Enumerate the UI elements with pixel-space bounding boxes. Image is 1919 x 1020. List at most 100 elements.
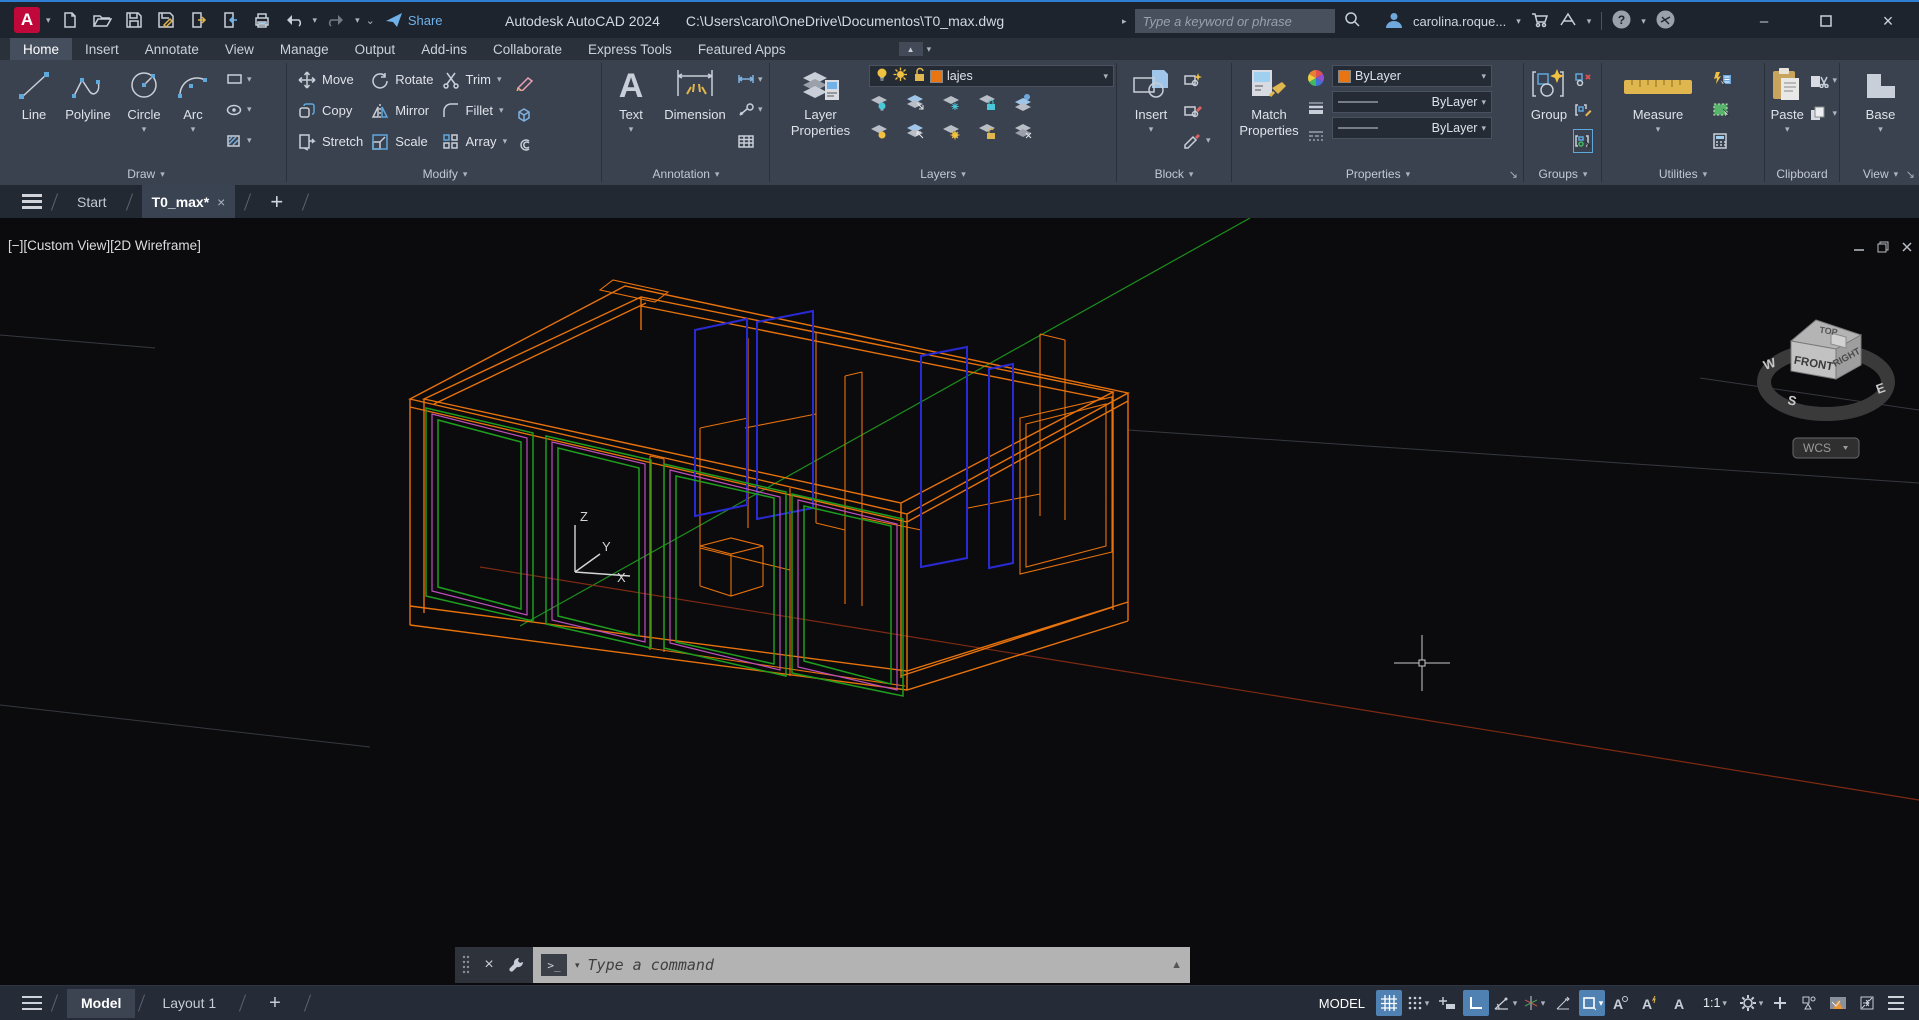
lineweight-dropdown[interactable]: ByLayer ▾ — [1332, 91, 1492, 113]
viewcube[interactable]: W S E FRONT RIGHT TOP WCS — [1735, 278, 1919, 468]
new-layout-button[interactable]: + — [255, 989, 295, 1018]
tab-annotate[interactable]: Annotate — [132, 38, 212, 60]
tab-view[interactable]: View — [212, 38, 267, 60]
cart-icon[interactable] — [1531, 12, 1549, 31]
panel-label-annotation[interactable]: Annotation▾ — [605, 163, 767, 185]
array-caret-icon[interactable]: ▾ — [503, 136, 508, 147]
search-icon[interactable] — [1343, 10, 1361, 33]
circle-button[interactable]: Circle ▾ — [120, 60, 168, 163]
autocad-logo-icon[interactable]: A — [14, 7, 40, 33]
ortho-icon[interactable] — [1463, 990, 1489, 1016]
layer-dropdown[interactable]: lajes ▾ — [869, 65, 1114, 87]
tab-featured-apps[interactable]: Featured Apps — [685, 38, 799, 60]
isometric-drafting-icon[interactable]: ▾ — [1521, 990, 1547, 1016]
cut-icon[interactable]: ▾ — [1809, 70, 1837, 92]
ellipse-button[interactable]: ▾ — [226, 99, 252, 121]
panel-label-groups[interactable]: Groups▾ — [1526, 163, 1600, 185]
open-file-icon[interactable] — [89, 7, 115, 33]
annotation-scale-icon[interactable]: A — [1666, 990, 1692, 1016]
user-name[interactable]: carolina.roque... — [1413, 14, 1506, 29]
viewport-restore-icon[interactable] — [1877, 240, 1889, 258]
text-caret-icon[interactable]: ▾ — [629, 124, 634, 135]
layer-dropdown-caret-icon[interactable]: ▾ — [1103, 71, 1108, 82]
plot-icon[interactable] — [249, 7, 275, 33]
file-tab-close-icon[interactable]: × — [217, 194, 225, 210]
fillet-button[interactable]: Fillet ▾ — [442, 95, 508, 126]
layer-freeze-icon[interactable] — [941, 93, 963, 116]
command-drag-handle[interactable] — [462, 955, 470, 975]
layer-off-icon[interactable] — [869, 93, 891, 116]
wcs-dropdown[interactable]: WCS — [1793, 438, 1859, 458]
recent-commands-icon[interactable]: >_ — [541, 954, 567, 976]
layer-thaw-icon[interactable] — [893, 67, 908, 85]
annotation-scale-value[interactable]: 1:1 ▾ — [1695, 990, 1735, 1016]
lineweight-icon[interactable] — [1307, 96, 1325, 118]
group-selection-icon[interactable] — [1574, 130, 1592, 152]
command-input[interactable]: Type a command — [588, 956, 1164, 974]
layout-menu-icon[interactable] — [22, 992, 42, 1014]
object-snap-icon[interactable]: ▾ — [1579, 990, 1605, 1016]
command-line[interactable]: × >_ ▾ Type a command ▲ — [455, 947, 1190, 983]
color-wheel-icon[interactable] — [1307, 67, 1325, 89]
tab-collaborate[interactable]: Collaborate — [480, 38, 575, 60]
grid-icon[interactable] — [1376, 990, 1402, 1016]
command-close-icon[interactable]: × — [484, 956, 493, 974]
table-icon[interactable] — [737, 130, 763, 152]
save-icon[interactable] — [121, 7, 147, 33]
ribbon-collapse-icon[interactable]: ▲ — [899, 42, 923, 56]
undo-icon[interactable] — [281, 7, 307, 33]
array-button[interactable]: Array ▾ — [442, 126, 508, 157]
redo-caret-icon[interactable]: ▾ — [355, 15, 360, 26]
measure-caret-icon[interactable]: ▾ — [1656, 124, 1661, 135]
panel-label-draw[interactable]: Draw▾ — [8, 163, 284, 185]
layer-color-swatch[interactable] — [930, 70, 943, 83]
color-dropdown[interactable]: ByLayer ▾ — [1332, 65, 1492, 87]
line-button[interactable]: Line — [12, 60, 56, 163]
autodesk-caret-icon[interactable]: ▾ — [1587, 16, 1592, 27]
panel-label-block[interactable]: Block▾ — [1119, 163, 1229, 185]
polyline-button[interactable]: Polyline — [60, 60, 116, 163]
erase-icon[interactable] — [515, 72, 535, 94]
isolate-objects-icon[interactable] — [1796, 990, 1822, 1016]
share-button[interactable]: Share — [385, 12, 443, 28]
rectangle-button[interactable]: ▾ — [226, 68, 252, 90]
leader-icon[interactable]: ▾ — [737, 99, 763, 121]
hatch-button[interactable]: ▾ — [226, 130, 252, 152]
file-tab-start[interactable]: Start — [67, 185, 117, 218]
paste-button[interactable]: Paste ▾ — [1769, 60, 1805, 163]
rotate-button[interactable]: Rotate — [371, 64, 433, 95]
customization-icon[interactable] — [1883, 990, 1909, 1016]
new-drawing-button[interactable]: + — [260, 185, 293, 218]
layout1-tab[interactable]: Layout 1 — [148, 989, 230, 1018]
view-expand-icon[interactable]: ↘ — [1906, 168, 1915, 181]
redo-icon[interactable] — [323, 7, 349, 33]
group-button[interactable]: Group — [1528, 60, 1570, 163]
file-tab-document[interactable]: T0_max* × — [142, 185, 236, 218]
layer-on-icon[interactable] — [875, 67, 889, 85]
edit-attributes-icon[interactable]: ▾ — [1183, 130, 1211, 152]
edit-block-icon[interactable] — [1183, 99, 1211, 121]
panel-label-utilities[interactable]: Utilities▾ — [1604, 163, 1762, 185]
quick-select-icon[interactable] — [1712, 68, 1732, 90]
tab-home[interactable]: Home — [10, 38, 72, 60]
layer-on-row-icon[interactable] — [869, 122, 891, 145]
panel-label-properties[interactable]: Properties▾↘ — [1234, 163, 1522, 185]
tab-manage[interactable]: Manage — [267, 38, 342, 60]
dimension-button[interactable]: Dimension — [659, 60, 731, 163]
viewport-minimize-icon[interactable] — [1853, 240, 1865, 258]
open-from-web-mobile-icon[interactable] — [185, 7, 211, 33]
match-properties-button[interactable]: Match Properties — [1238, 60, 1300, 163]
join-icon[interactable] — [515, 134, 535, 156]
save-as-icon[interactable] — [153, 7, 179, 33]
feedback-icon[interactable] — [1656, 10, 1675, 32]
new-file-icon[interactable] — [57, 7, 83, 33]
clean-screen-icon[interactable] — [1854, 990, 1880, 1016]
command-tools-icon[interactable] — [508, 956, 526, 974]
annotation-autoscale-icon[interactable]: A — [1637, 990, 1663, 1016]
tab-express-tools[interactable]: Express Tools — [575, 38, 685, 60]
linetype-icon[interactable] — [1307, 125, 1325, 147]
layer-properties-button[interactable]: Layer Properties — [780, 60, 861, 163]
tab-insert[interactable]: Insert — [72, 38, 132, 60]
tab-output[interactable]: Output — [342, 38, 409, 60]
base-caret-icon[interactable]: ▾ — [1878, 124, 1883, 135]
